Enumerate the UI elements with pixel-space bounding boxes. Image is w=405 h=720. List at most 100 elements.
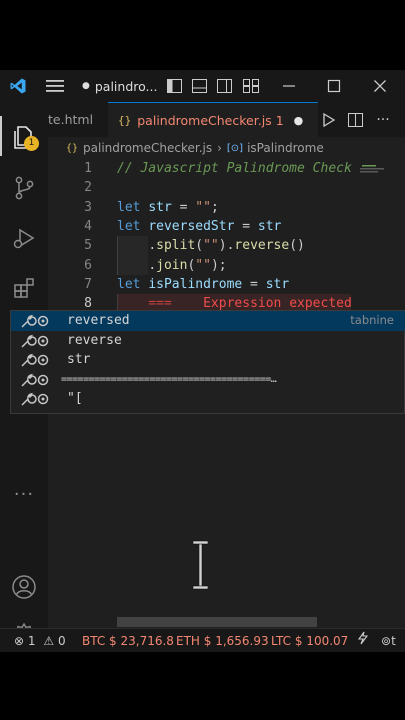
source-control-icon[interactable] <box>0 168 48 208</box>
explorer-icon[interactable]: 1 <box>0 116 48 156</box>
unsaved-dot-icon: ● <box>82 81 90 91</box>
suggestion-label: ======================================… <box>61 373 277 385</box>
operator: === <box>148 296 172 312</box>
vscode-logo-icon <box>6 70 30 102</box>
editor-tab-bar: te.html {} palindromeChecker.js 1 ● ··· <box>48 102 405 137</box>
close-icon[interactable] <box>369 70 391 102</box>
line-number: 6 <box>84 257 92 273</box>
chevron-right-icon: › <box>217 141 222 155</box>
variable: str <box>257 218 282 234</box>
accounts-icon[interactable] <box>0 567 48 607</box>
line-number: 2 <box>84 180 92 196</box>
breadcrumb-symbol[interactable]: isPalindrome <box>247 141 324 155</box>
toggle-panel-icon[interactable] <box>189 70 209 102</box>
status-trailing-item[interactable]: ⊚t <box>381 629 396 652</box>
tab-html-label: te.html <box>48 112 94 127</box>
line-number: 3 <box>84 199 92 215</box>
js-file-icon: {} <box>118 113 132 127</box>
punctuation: ); <box>210 257 227 273</box>
text-cursor-icon <box>192 540 209 590</box>
wrench-icon <box>19 333 49 349</box>
suggestion-item[interactable]: str <box>11 350 405 370</box>
keyword: let <box>117 218 141 234</box>
window-title: ● palindro... <box>82 70 158 102</box>
code-line-6: .join(""); <box>117 256 227 275</box>
operator: = <box>242 276 266 292</box>
run-debug-icon[interactable] <box>0 218 48 258</box>
punctuation: () <box>289 238 305 254</box>
eth-price[interactable]: ETH $ 1,656.93 <box>176 629 269 652</box>
keyword: let <box>117 276 141 292</box>
status-bar: ⊗ 1 ⚠ 0 BTC $ 23,716.8 ETH $ 1,656.93 LT… <box>0 628 405 652</box>
maximize-icon[interactable] <box>323 70 345 102</box>
tab-problem-count: 1 <box>275 112 284 128</box>
variable-symbol-icon: [⊙] <box>226 142 244 154</box>
breadcrumb-file[interactable]: palindromeChecker.js <box>83 141 212 155</box>
broadcast-icon: ⊚ <box>381 634 392 648</box>
more-views-icon[interactable]: ··· <box>0 474 48 514</box>
suggestion-item[interactable]: reversed tabnine <box>11 311 405 331</box>
customize-layout-icon[interactable] <box>240 70 262 102</box>
suggestion-label: reversed <box>67 313 130 328</box>
split-editor-icon[interactable] <box>344 102 366 137</box>
window-title-text: palindro... <box>94 78 158 94</box>
punctuation: ( <box>195 238 204 254</box>
operator: = <box>234 218 258 234</box>
variable: str <box>265 276 290 292</box>
toggle-sidebar-icon[interactable] <box>164 70 184 102</box>
btc-price[interactable]: BTC $ 23,716.8 <box>82 629 174 652</box>
ltc-price[interactable]: LTC $ 100.07 <box>271 629 348 652</box>
punctuation: ; <box>210 199 219 215</box>
method: reverse <box>234 238 290 254</box>
suggestion-item[interactable]: "[ <box>11 389 405 409</box>
tabnine-hint-icon[interactable] <box>360 163 386 175</box>
suggestion-label: reverse <box>67 332 122 348</box>
tab-palindrome-checker[interactable]: {} palindromeChecker.js 1 ● <box>108 102 318 137</box>
unsaved-dot-icon[interactable]: ● <box>294 114 304 127</box>
code-line-3: let str = ""; <box>117 198 219 217</box>
more-actions-icon[interactable]: ··· <box>370 102 396 137</box>
warning-count: 0 <box>57 634 66 648</box>
bolt-icon[interactable] <box>357 629 369 652</box>
wrench-icon <box>19 313 49 329</box>
suggestion-source: tabnine <box>350 313 394 327</box>
code-line-5: .split("").reverse() <box>117 236 305 255</box>
line-number: 7 <box>84 276 92 292</box>
title-bar: ● palindro... <box>0 70 405 102</box>
keyword: let <box>117 199 141 215</box>
suggestion-item[interactable]: ======================================… <box>11 370 405 390</box>
extensions-icon[interactable] <box>0 268 48 308</box>
vscode-window: ● palindro... 1 ··· te.html {} palindrom… <box>0 70 405 652</box>
line-number: 4 <box>84 218 92 234</box>
code-line-4: let reversedStr = str <box>117 217 281 236</box>
line-number: 5 <box>84 238 92 254</box>
string-literal: "" <box>195 199 211 215</box>
method: join <box>156 257 188 273</box>
punctuation: . <box>148 238 157 254</box>
warning-icon: ⚠ <box>43 634 55 648</box>
menu-icon[interactable] <box>42 70 68 102</box>
horizontal-scrollbar[interactable] <box>117 617 317 627</box>
problems-indicator[interactable]: ⊗ 1 ⚠ 0 <box>14 629 66 652</box>
line-number: 1 <box>84 161 92 176</box>
autocomplete-widget: reversed tabnine reverse str ===========… <box>10 310 405 414</box>
status-trailing-text: t <box>391 634 396 648</box>
wrench-icon <box>19 391 49 407</box>
operator: = <box>171 199 196 215</box>
error-count: 1 <box>27 634 36 648</box>
minimize-icon[interactable] <box>278 70 300 102</box>
variable: isPalindrome <box>148 276 243 292</box>
string-literal: "" <box>203 238 219 254</box>
toggle-secondary-sidebar-icon[interactable] <box>214 70 234 102</box>
method: split <box>156 238 196 254</box>
punctuation: . <box>148 257 157 273</box>
variable: str <box>148 199 172 215</box>
js-file-icon: {} <box>66 142 79 154</box>
punctuation: ). <box>218 238 235 254</box>
run-file-icon[interactable] <box>318 102 340 137</box>
wrench-icon <box>19 352 49 368</box>
suggestion-item[interactable]: reverse <box>11 331 405 351</box>
code-line-7: let isPalindrome = str <box>117 275 289 294</box>
string-literal: "" <box>195 257 211 273</box>
tab-html[interactable]: te.html <box>48 102 108 137</box>
